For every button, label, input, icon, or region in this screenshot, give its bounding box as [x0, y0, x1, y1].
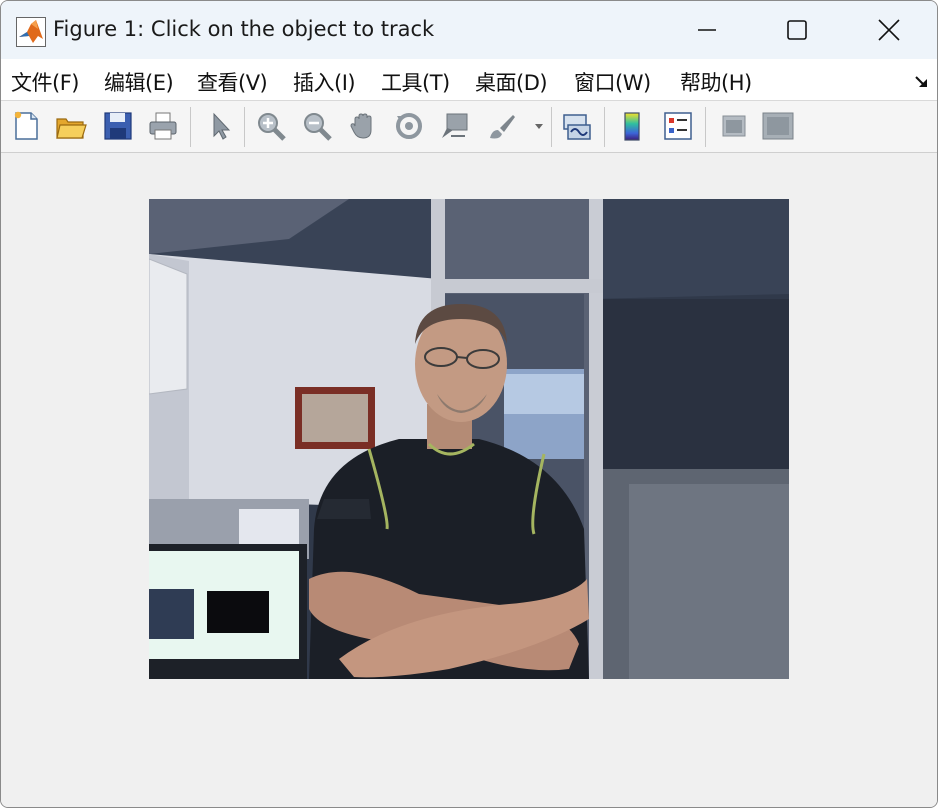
- rotate-3d-icon: [396, 113, 422, 139]
- data-cursor-icon: [442, 113, 468, 138]
- insert-legend-button[interactable]: [661, 109, 695, 143]
- link-plot-button[interactable]: [560, 109, 594, 143]
- insert-colorbar-button[interactable]: [615, 109, 649, 143]
- pan-hand-icon: [350, 113, 372, 139]
- close-icon: [878, 19, 900, 41]
- toolbar-separator: [244, 107, 245, 147]
- data-cursor-button[interactable]: [438, 109, 472, 143]
- minimize-button[interactable]: [661, 1, 753, 59]
- close-button[interactable]: [843, 1, 935, 59]
- minimize-icon: [698, 29, 716, 31]
- colorbar-icon: [624, 112, 640, 141]
- figure-canvas[interactable]: [1, 153, 937, 807]
- toolbar-separator: [705, 107, 706, 147]
- save-disk-icon: [104, 112, 132, 140]
- figure-window: Figure 1: Click on the object to track 文…: [0, 0, 938, 808]
- menu-help[interactable]: 帮助(H): [680, 67, 752, 97]
- zoom-in-button[interactable]: [254, 109, 288, 143]
- legend-icon: [664, 112, 692, 140]
- webcam-frame-image[interactable]: [149, 199, 789, 679]
- maximize-icon: [787, 20, 807, 40]
- menu-file[interactable]: 文件(F): [11, 67, 79, 97]
- new-figure-icon: [14, 111, 38, 140]
- show-plot-tools-button[interactable]: [761, 109, 795, 143]
- toolbar-separator: [190, 107, 191, 147]
- new-figure-button[interactable]: [9, 109, 43, 143]
- show-plot-tools-icon: [762, 112, 794, 140]
- menu-view[interactable]: 查看(V): [197, 67, 268, 97]
- toolbar-separator: [551, 107, 552, 147]
- menu-bar: 文件(F) 编辑(E) 查看(V) 插入(I) 工具(T) 桌面(D) 窗口(W…: [1, 59, 937, 101]
- open-folder-icon: [56, 118, 87, 139]
- menu-edit[interactable]: 编辑(E): [104, 67, 174, 97]
- matlab-logo-icon: [16, 17, 46, 47]
- webcam-photo: [149, 199, 789, 679]
- print-icon: [149, 112, 177, 140]
- zoom-out-icon: [304, 113, 332, 141]
- dock-arrow-icon[interactable]: [913, 73, 931, 91]
- link-plot-icon: [563, 114, 591, 140]
- pan-button[interactable]: [346, 109, 380, 143]
- save-button[interactable]: [101, 109, 135, 143]
- rotate-button[interactable]: [392, 109, 426, 143]
- pointer-arrow-icon: [213, 112, 231, 140]
- zoom-out-button[interactable]: [300, 109, 334, 143]
- figure-toolbar: [1, 101, 937, 153]
- menu-desktop[interactable]: 桌面(D): [475, 67, 548, 97]
- zoom-in-icon: [258, 113, 286, 141]
- menu-window[interactable]: 窗口(W): [574, 67, 651, 97]
- hide-plot-tools-button[interactable]: [717, 109, 751, 143]
- brush-button[interactable]: [485, 109, 519, 143]
- maximize-button[interactable]: [751, 1, 843, 59]
- hide-plot-tools-icon: [722, 115, 746, 137]
- window-title: Figure 1: Click on the object to track: [53, 17, 435, 41]
- menu-tools[interactable]: 工具(T): [381, 67, 450, 97]
- brush-icon: [490, 115, 515, 139]
- chevron-down-icon: [535, 124, 543, 129]
- menu-insert[interactable]: 插入(I): [293, 67, 356, 97]
- toolbar-separator: [604, 107, 605, 147]
- print-button[interactable]: [146, 109, 180, 143]
- title-bar[interactable]: Figure 1: Click on the object to track: [1, 1, 937, 59]
- open-button[interactable]: [54, 109, 88, 143]
- brush-dropdown[interactable]: [529, 109, 549, 143]
- edit-plot-button[interactable]: [204, 109, 238, 143]
